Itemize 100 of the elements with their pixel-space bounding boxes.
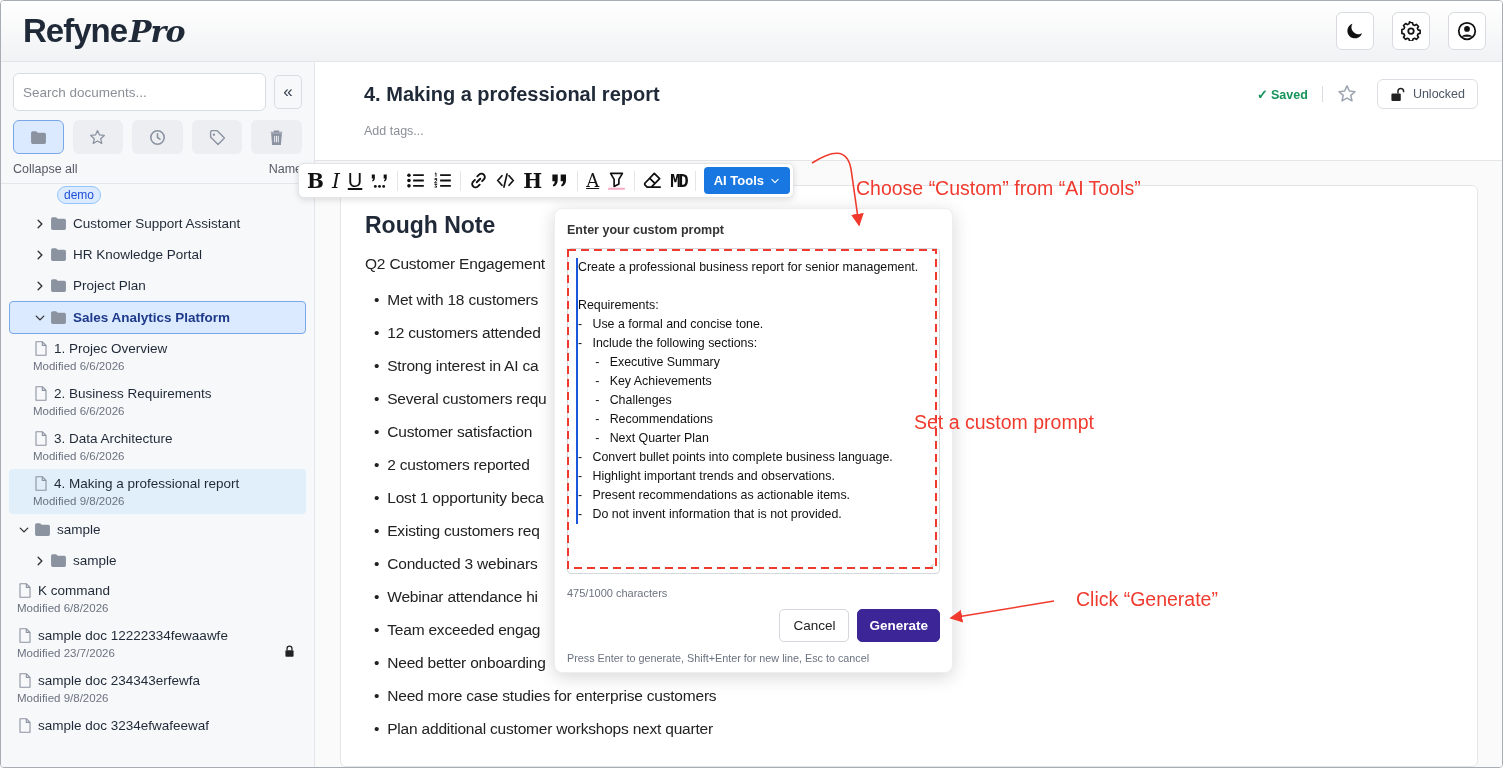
annotation-label: Click “Generate” (1076, 588, 1218, 611)
document-icon (33, 475, 49, 492)
document-icon (17, 627, 33, 644)
document-name: 1. Projec Overview (54, 341, 168, 356)
markdown-button[interactable]: MD (668, 168, 689, 193)
bullet-marker: • (374, 454, 380, 475)
bullet-item: Strong interest in AI ca (387, 355, 539, 376)
bullet-marker: • (374, 652, 380, 673)
text-color-button[interactable]: A (584, 168, 602, 193)
folders-tab[interactable] (13, 120, 64, 154)
save-status: ✓ Saved (1256, 86, 1308, 102)
dialog-title: Enter your custom prompt (567, 223, 725, 237)
link-icon (469, 171, 489, 190)
heading-button[interactable]: H (521, 168, 545, 193)
bullet-item: Conducted 3 webinars (387, 553, 538, 574)
folder-item[interactable]: HR Knowledge Portal (9, 239, 306, 270)
document-item[interactable]: sample doc 234343erfewfa Modified 9/8/2026 (9, 666, 306, 711)
bullet-marker: • (374, 355, 380, 376)
bullet-item: Need better onboarding (387, 652, 546, 673)
bullet-marker: • (374, 322, 380, 343)
folder-item[interactable]: Customer Support Assistant (9, 208, 306, 239)
settings-button[interactable] (1392, 12, 1430, 50)
character-count: 475/1000 characters (567, 587, 669, 599)
folder-item[interactable]: sample (9, 545, 306, 576)
tag-badge: demo (57, 186, 102, 204)
folder-icon (29, 128, 47, 146)
bullet-item: Several customers requ (387, 388, 547, 409)
folder-item[interactable]: Sales Analytics Platform (9, 301, 306, 334)
document-icon (17, 672, 33, 689)
bullet-item: Webinar attendance hi (387, 586, 538, 607)
collapse-all-link[interactable]: Collapse all (13, 162, 78, 176)
star-icon[interactable] (1336, 84, 1357, 104)
app-logo: RefynePro (23, 12, 185, 50)
folder-icon (50, 215, 67, 232)
modified-date: Modified 6/6/2026 (33, 450, 126, 462)
folder-item[interactable]: Project Plan (9, 270, 306, 301)
modified-date: Modified 6/6/2026 (33, 405, 126, 417)
user-icon (1457, 21, 1477, 41)
folder-item[interactable]: sample (9, 514, 306, 545)
generate-button[interactable]: Generate (857, 609, 940, 642)
moon-icon (1345, 21, 1365, 41)
folder-icon (50, 552, 67, 569)
annotation-label: Choose “Custom” from “AI Tools” (856, 177, 1141, 200)
lock-toggle-button[interactable]: Unlocked (1376, 79, 1478, 109)
eraser-icon (643, 171, 663, 190)
bullet-list-icon (406, 171, 426, 190)
bullet-item: Plan additional customer workshops next quarter (387, 718, 713, 739)
keyboard-hint: Press Enter to generate, Shift+Enter for new line, Esc to cancel (567, 652, 871, 664)
bullet-item: 12 customers attended (387, 322, 541, 343)
star-icon (89, 128, 107, 146)
bullet-item: Customer satisfaction (387, 421, 533, 442)
dark-mode-button[interactable] (1336, 12, 1374, 50)
document-icon (17, 582, 33, 599)
numbered-list-icon (433, 171, 453, 190)
modified-date: Modified 23/7/2026 (17, 647, 116, 659)
tag-icon (208, 128, 226, 146)
highlighter-icon (607, 171, 627, 190)
trash-tab[interactable] (251, 120, 302, 154)
note-paragraph: Q2 Customer Engagement (365, 255, 545, 273)
bullet-marker: • (374, 289, 380, 310)
document-item[interactable]: K command Modified 6/8/2026 (9, 576, 306, 621)
bold-button[interactable]: B (305, 168, 326, 193)
document-icon (33, 430, 49, 447)
document-icon (33, 385, 49, 402)
modified-date: Modified 6/6/2026 (33, 360, 126, 372)
settings-icon (1401, 21, 1421, 41)
document-name: K command (38, 583, 111, 598)
account-button[interactable] (1448, 12, 1486, 50)
bullet-marker: • (374, 553, 380, 574)
underline-button[interactable]: U (345, 168, 365, 193)
document-name: sample doc 12222334fewaawfe (38, 628, 228, 643)
document-title: 4. Making a professional report (364, 83, 660, 106)
document-item[interactable]: sample doc 12222334fewaawfe Modified 23/7/2026 (9, 621, 306, 666)
document-item[interactable]: 2. Business Requirements Modified 6/6/2026 (9, 379, 306, 424)
folder-icon (50, 309, 67, 326)
collapse-sidebar-button[interactable]: « (274, 75, 302, 109)
bullet-marker: • (374, 487, 380, 508)
modified-date: Modified 9/8/2026 (33, 495, 126, 507)
bullet-marker: • (374, 718, 380, 739)
document-item[interactable]: sample doc 3234efwafeewaf (9, 711, 306, 741)
modified-date: Modified 9/8/2026 (17, 692, 110, 704)
document-name: sample doc 3234efwafeewaf (38, 718, 210, 733)
italic-button[interactable]: I (329, 168, 342, 193)
bullet-marker: • (374, 388, 380, 409)
folder-icon (50, 277, 67, 294)
document-item[interactable]: 3. Data Architecture Modified 6/6/2026 (9, 424, 306, 469)
ai-tools-button[interactable]: AI Tools (703, 167, 790, 194)
search-field[interactable]: Search documents... (13, 73, 267, 111)
bullet-marker: • (374, 586, 380, 607)
document-icon (33, 340, 49, 357)
open-padlock-icon (1389, 86, 1405, 102)
bullet-item: Need more case studies for enterprise customers (387, 685, 717, 706)
bullet-item: Existing customers req (387, 520, 540, 541)
modified-date: Modified 6/8/2026 (17, 602, 110, 614)
cancel-button[interactable]: Cancel (779, 609, 850, 642)
document-item[interactable]: 1. Projec Overview Modified 6/6/2026 (9, 334, 306, 379)
bullet-item: Lost 1 opportunity beca (387, 487, 544, 508)
document-name: sample doc 234343erfewfa (38, 673, 201, 688)
bullet-item: Team exceeded engag (387, 619, 541, 640)
document-item[interactable]: 4. Making a professional report Modified 9/8/2026 (9, 469, 306, 514)
